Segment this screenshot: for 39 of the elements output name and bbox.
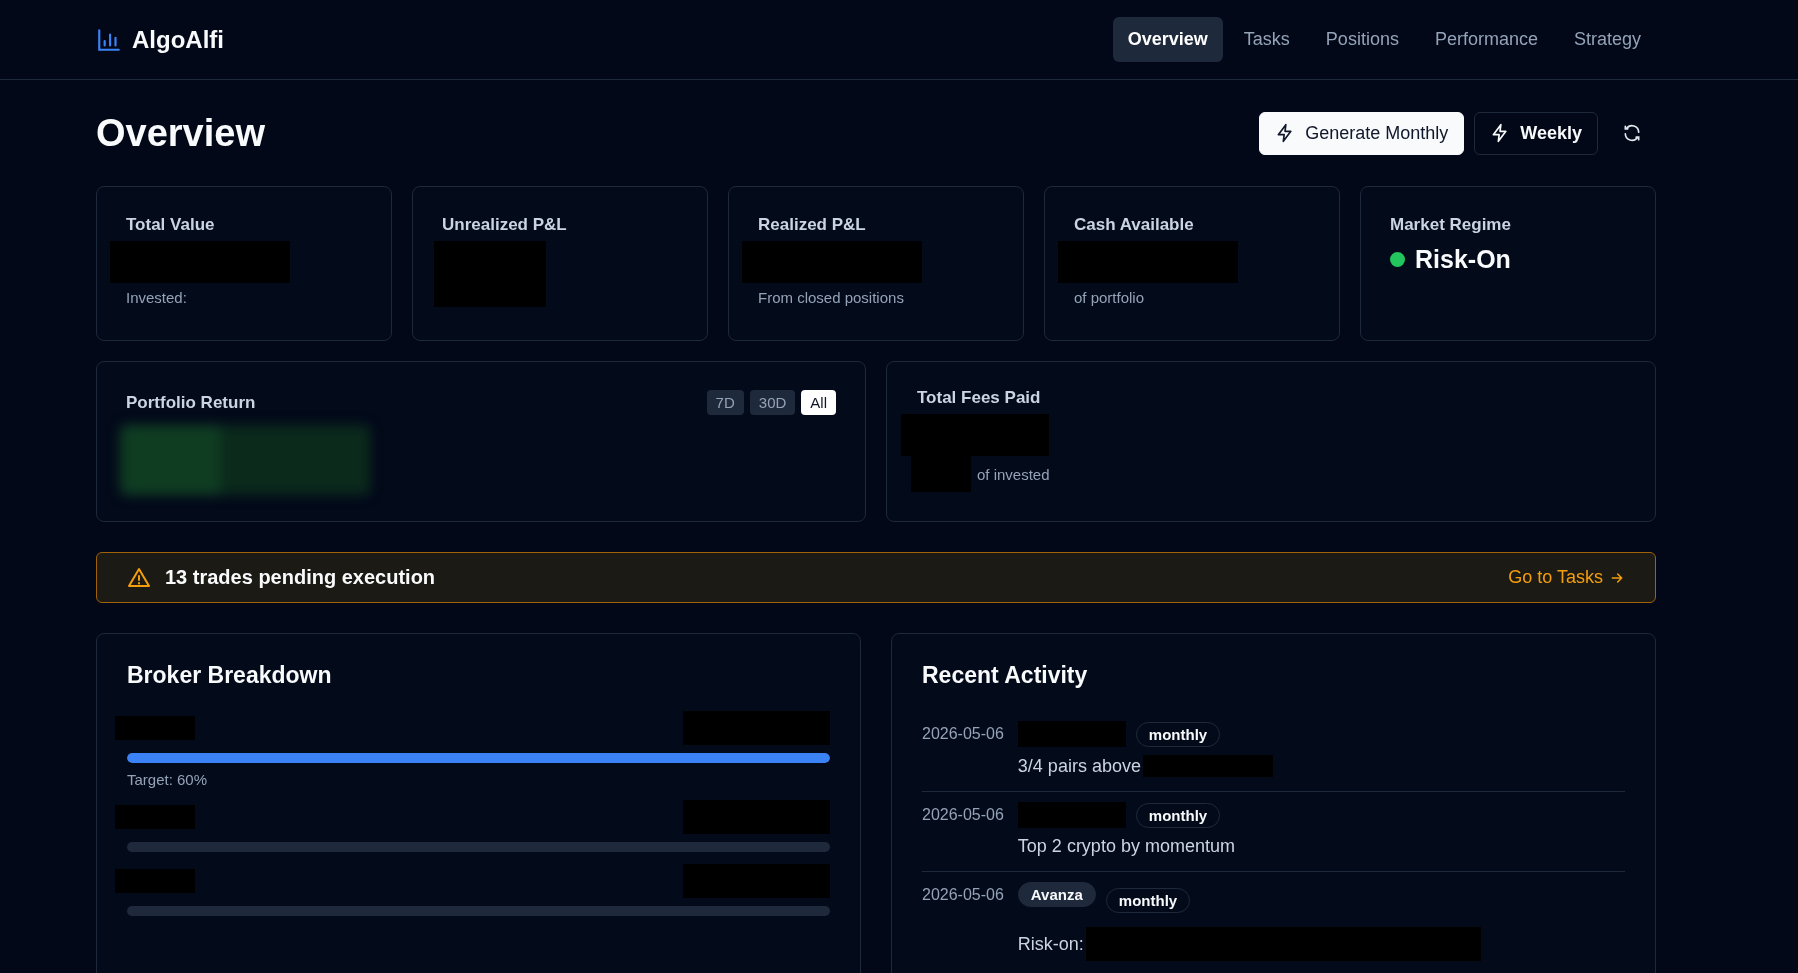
brand-name: AlgoAlfi <box>132 25 224 54</box>
nav-tab[interactable]: Strategy <box>1558 17 1656 62</box>
activity-date: 2026-05-06 <box>922 885 1004 905</box>
stat-note: From closed positions <box>758 289 904 306</box>
card-title: Total Fees Paid <box>917 388 1041 407</box>
stat-title: Realized P&L <box>758 215 867 235</box>
nav-tab[interactable]: Overview <box>1112 17 1223 62</box>
tasks-link[interactable]: Go to Tasks <box>1508 567 1625 588</box>
activity-description: Top 2 crypto by momentum <box>1017 836 1235 857</box>
stat-note: Invested: <box>126 289 187 306</box>
stat-title: Market Regime <box>1390 215 1512 235</box>
range-tab[interactable]: All <box>801 390 836 415</box>
regime-value: Risk-On <box>1415 245 1511 274</box>
stat-title: Unrealized P&L <box>442 215 568 235</box>
generate-button[interactable]: Weekly <box>1474 111 1598 155</box>
nav-tab[interactable]: Positions <box>1310 17 1414 62</box>
page-title: Overview <box>96 111 265 155</box>
nav-tab[interactable]: Performance <box>1419 17 1553 62</box>
generate-button[interactable]: Generate Monthly <box>1259 111 1465 155</box>
alert-message: 13 trades pending execution <box>165 566 437 589</box>
warning-icon <box>127 565 151 590</box>
activity-description: 3/4 pairs above <box>1017 755 1141 777</box>
fees-note: of invested <box>977 465 1050 483</box>
range-tab[interactable]: 30D <box>749 390 796 415</box>
broker-tag: Avanza <box>1017 882 1096 907</box>
range-tab[interactable]: 7D <box>706 390 744 415</box>
activity-date: 2026-05-06 <box>922 724 1004 744</box>
target-text: Target: 60% <box>127 771 209 788</box>
nav-tab[interactable]: Tasks <box>1228 17 1305 62</box>
bar-chart-icon <box>96 26 122 53</box>
activity-description: Risk-on: <box>1017 933 1084 955</box>
stat-title: Total Value <box>126 215 216 235</box>
refresh-icon <box>1622 123 1642 143</box>
activity-date: 2026-05-06 <box>922 805 1004 825</box>
card-title: Portfolio Return <box>126 392 256 413</box>
panel-title: Broker Breakdown <box>127 662 333 689</box>
stat-title: Cash Available <box>1074 215 1195 235</box>
stat-note: of portfolio <box>1074 289 1145 306</box>
panel-title: Recent Activity <box>922 662 1089 689</box>
